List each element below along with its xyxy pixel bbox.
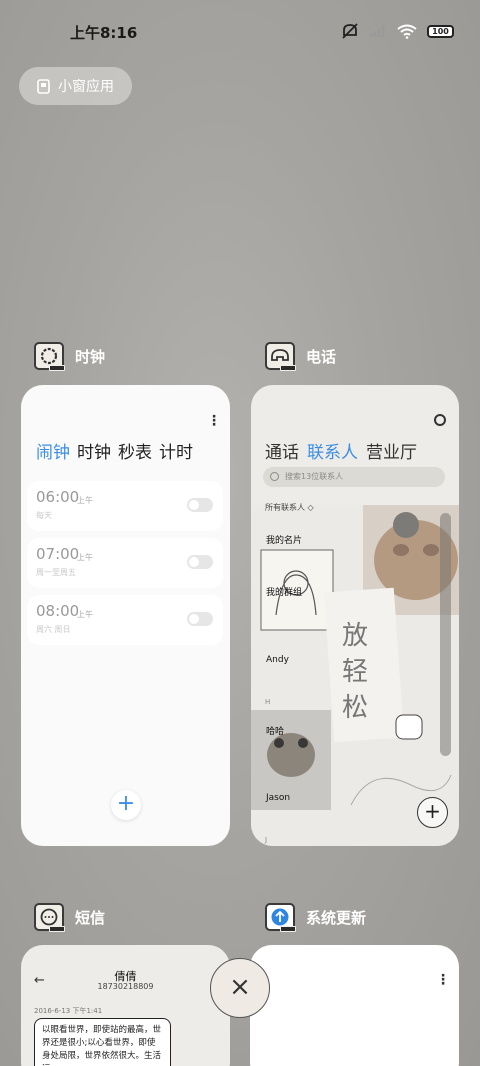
update-app-card[interactable] bbox=[250, 945, 459, 1066]
status-icons: 100 bbox=[341, 23, 454, 39]
contacts-search-input[interactable]: 搜索13位联系人 bbox=[263, 467, 445, 487]
contacts-filter[interactable]: 所有联系人 ◇ bbox=[265, 502, 314, 513]
update-more-icon[interactable]: ⋮ bbox=[436, 973, 450, 987]
tab-alarm[interactable]: 闹钟 bbox=[36, 438, 70, 463]
sms-message-bubble: 以眼看世界，即使站的最高，世界还是很小;以心看世界，即使身处局限，世界依然很大。… bbox=[34, 1018, 171, 1066]
phone-settings-icon[interactable] bbox=[434, 414, 446, 426]
alarm-time: 07:00 bbox=[36, 545, 80, 563]
sms-app-name: 短信 bbox=[75, 908, 106, 927]
mute-icon bbox=[342, 23, 358, 39]
update-app-name: 系统更新 bbox=[306, 908, 367, 927]
clock-app-icon bbox=[34, 342, 65, 371]
tab-stopwatch[interactable]: 秒表 bbox=[118, 438, 152, 463]
phone-app-header: 电话 bbox=[265, 342, 337, 371]
sms-contact-number: 18730218809 bbox=[97, 982, 154, 991]
close-all-button[interactable]: × bbox=[210, 958, 270, 1018]
status-bar: 上午8:16 100 bbox=[0, 0, 480, 66]
tab-calls[interactable]: 通话 bbox=[265, 438, 299, 463]
tab-contacts[interactable]: 联系人 bbox=[307, 438, 358, 463]
alphabet-index-scrollbar[interactable] bbox=[440, 513, 451, 756]
clock-tabs: 闹钟 时钟 秒表 计时 bbox=[36, 438, 193, 463]
alarm-time: 08:00 bbox=[36, 602, 80, 620]
alarm-toggle[interactable] bbox=[187, 498, 213, 512]
search-placeholder: 搜索13位联系人 bbox=[285, 472, 344, 481]
add-alarm-button[interactable]: + bbox=[111, 790, 141, 820]
alarm-toggle[interactable] bbox=[187, 612, 213, 626]
sms-app-card[interactable]: ← 倩倩 18730218809 2016-6-13 下午1:41 以眼看世界，… bbox=[21, 945, 230, 1066]
wallpaper-text: 放 轻 松 bbox=[342, 621, 369, 723]
alarm-ampm: 上午 bbox=[77, 553, 93, 562]
search-icon bbox=[270, 472, 279, 481]
tab-service-hall[interactable]: 营业厅 bbox=[366, 438, 417, 463]
sms-app-icon bbox=[34, 903, 65, 932]
clock-more-icon[interactable]: ⋮ bbox=[207, 414, 221, 428]
add-contact-button[interactable]: + bbox=[417, 797, 448, 828]
floating-window-icon bbox=[37, 78, 50, 94]
alarm-repeat: 每天 bbox=[36, 511, 52, 520]
alarm-repeat: 周一至周五 bbox=[36, 568, 76, 577]
contact-item[interactable]: Andy bbox=[266, 655, 289, 665]
contact-item[interactable]: 哈哈 bbox=[266, 724, 284, 737]
alarm-ampm: 上午 bbox=[77, 496, 93, 505]
signal-icon bbox=[370, 25, 385, 37]
sms-app-header: 短信 bbox=[34, 903, 106, 932]
alarm-repeat: 周六 周日 bbox=[36, 625, 71, 634]
clock-app-name: 时钟 bbox=[75, 347, 106, 366]
sms-date: 2016-6-13 下午1:41 bbox=[34, 1007, 103, 1015]
contact-item[interactable]: Jason bbox=[266, 793, 290, 803]
contact-item[interactable]: 我的群组 bbox=[266, 585, 302, 598]
update-app-icon bbox=[265, 903, 296, 932]
contacts-filter-label: 所有联系人 bbox=[265, 503, 305, 512]
update-app-header: 系统更新 bbox=[265, 903, 367, 932]
alarm-item[interactable]: 07:00 上午 周一至周五 bbox=[27, 538, 223, 588]
floating-window-button[interactable]: 小窗应用 bbox=[19, 67, 132, 105]
tab-timer[interactable]: 计时 bbox=[159, 438, 193, 463]
section-header: H bbox=[265, 698, 271, 706]
status-time: 上午8:16 bbox=[70, 24, 138, 42]
alarm-item[interactable]: 06:00 上午 每天 bbox=[27, 481, 223, 531]
alarm-toggle[interactable] bbox=[187, 555, 213, 569]
phone-app-icon bbox=[265, 342, 296, 371]
wifi-icon bbox=[397, 24, 417, 39]
alarm-item[interactable]: 08:00 上午 周六 周日 bbox=[27, 595, 223, 645]
contact-item[interactable]: 我的名片 bbox=[266, 533, 302, 546]
clock-app-header: 时钟 bbox=[34, 342, 106, 371]
section-header: J bbox=[265, 836, 268, 844]
alarm-time: 06:00 bbox=[36, 488, 80, 506]
tab-clock[interactable]: 时钟 bbox=[77, 438, 111, 463]
battery-icon: 100 bbox=[427, 24, 454, 38]
floating-window-label: 小窗应用 bbox=[58, 79, 114, 95]
phone-app-name: 电话 bbox=[306, 347, 337, 366]
alarm-ampm: 上午 bbox=[77, 610, 93, 619]
phone-tabs: 通话 联系人 营业厅 bbox=[265, 438, 417, 463]
